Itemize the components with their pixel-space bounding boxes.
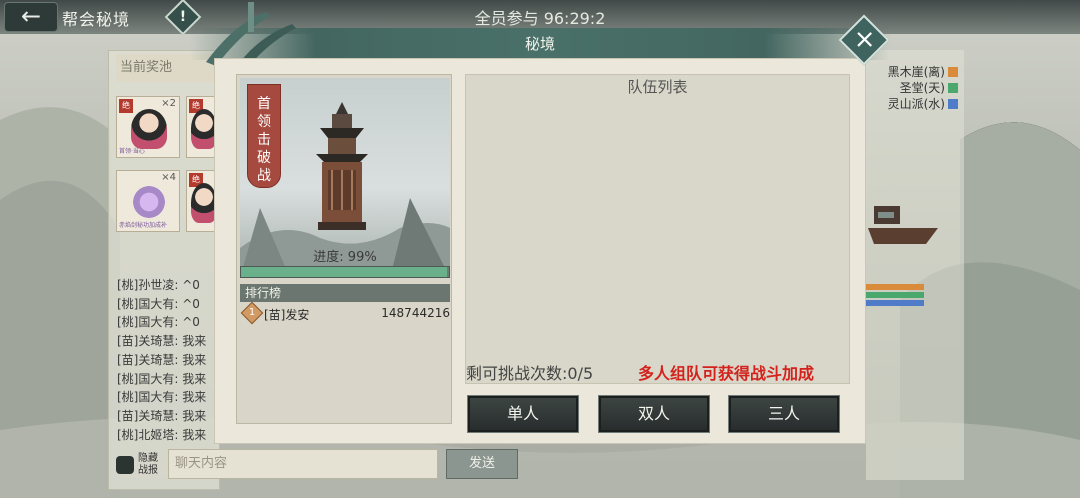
event-countdown: 全员参与 96:29:2 (474, 9, 606, 28)
sect-name: 灵山派(水) (887, 97, 945, 111)
two-player-button[interactable]: 双人 (598, 395, 710, 433)
page-title: 帮会秘境 (62, 10, 131, 29)
sect-entry: 黑木崖(离) (866, 63, 958, 80)
sect-panel (866, 50, 964, 480)
close-icon: × (853, 24, 876, 55)
label-char: 破 (257, 150, 271, 166)
boss-progress-bar (240, 266, 450, 278)
chat-line: [桃]国大有: ^0 (117, 296, 200, 311)
chat-line: [苗]关琦慧: 我来 (117, 334, 207, 349)
reward-card[interactable]: 绝 ×2 首领·当心 (116, 96, 180, 158)
three-player-button[interactable]: 三人 (728, 395, 840, 433)
chat-line: [苗]关琦慧: 我来 (117, 352, 207, 367)
back-button[interactable]: ← (4, 2, 58, 32)
chat-line: [桃]孙世凌: ^0 (117, 278, 200, 292)
sect-progress-bar (866, 284, 924, 290)
sect-color-swatch (948, 67, 958, 77)
team-list-panel (465, 74, 850, 384)
arrow-left-icon: ← (20, 2, 42, 30)
progress-text: 进度: 99% (313, 250, 377, 265)
rank-player-name: [苗]发安 (264, 308, 310, 322)
sect-name: 黑木崖(离) (887, 65, 945, 79)
boat-illustration (868, 206, 938, 244)
label-char: 领 (257, 114, 271, 130)
chat-line: [桃]国大有: ^0 (117, 315, 200, 330)
sect-color-swatch (948, 83, 958, 93)
chat-log: [桃]孙世凌: ^0 [桃]国大有: ^0 [桃]国大有: ^0 [苗]关琦慧:… (117, 276, 217, 444)
chat-line: [桃]北姬塔: 我来 (117, 427, 207, 442)
sect-progress-bar (866, 300, 924, 306)
label-char: 击 (257, 132, 271, 148)
card-caption: 赤焰剑秘功加成补 (119, 222, 168, 229)
boss-battle-label: 首 领 击 破 战 (247, 84, 281, 188)
ranking-header: 排行榜 (240, 284, 450, 302)
progress-fill (241, 267, 447, 277)
checkbox[interactable] (116, 456, 134, 474)
rank-score: 148744216 (381, 306, 450, 320)
hide-report-toggle[interactable]: 隐藏战报 (116, 452, 164, 478)
hero-portrait (131, 109, 167, 149)
hide-report-label: 隐藏战报 (138, 453, 158, 476)
sect-entry: 圣堂(天) (866, 79, 958, 96)
sect-name: 圣堂(天) (899, 81, 945, 95)
skill-book-icon (129, 185, 169, 219)
sect-progress-bar (866, 292, 924, 298)
reward-card[interactable]: ×4 赤焰剑秘功加成补 (116, 170, 180, 232)
chat-input[interactable]: 聊天内容 (168, 449, 438, 479)
chat-line: [苗]关琦慧: 我来 (117, 408, 207, 423)
send-button[interactable]: 发送 (446, 449, 518, 479)
single-player-button[interactable]: 单人 (467, 395, 579, 433)
team-bonus-tip: 多人组队可获得战斗加成 (638, 364, 815, 383)
chat-line: [桃]国大有: 我来 (117, 371, 207, 386)
sect-color-swatch (948, 99, 958, 109)
ranking-row[interactable]: 1 [苗]发安 148744216 (240, 301, 450, 325)
label-char: 首 (257, 96, 271, 112)
exclamation-icon: ! (179, 9, 187, 25)
remaining-attempts: 剩可挑战次数:0/5 (466, 364, 594, 383)
rank-medal-icon: 1 (240, 301, 264, 325)
card-count: ×2 (161, 98, 176, 109)
rarity-badge: 绝 (119, 99, 133, 113)
chat-line: [桃]国大有: 我来 (117, 390, 207, 405)
card-count: ×4 (161, 172, 176, 183)
sect-entry: 灵山派(水) (866, 95, 958, 112)
card-caption: 首领·当心 (119, 148, 145, 155)
modal-title: 秘境 (524, 35, 555, 53)
team-list-title: 队伍列表 (627, 78, 688, 96)
label-char: 战 (257, 168, 271, 184)
